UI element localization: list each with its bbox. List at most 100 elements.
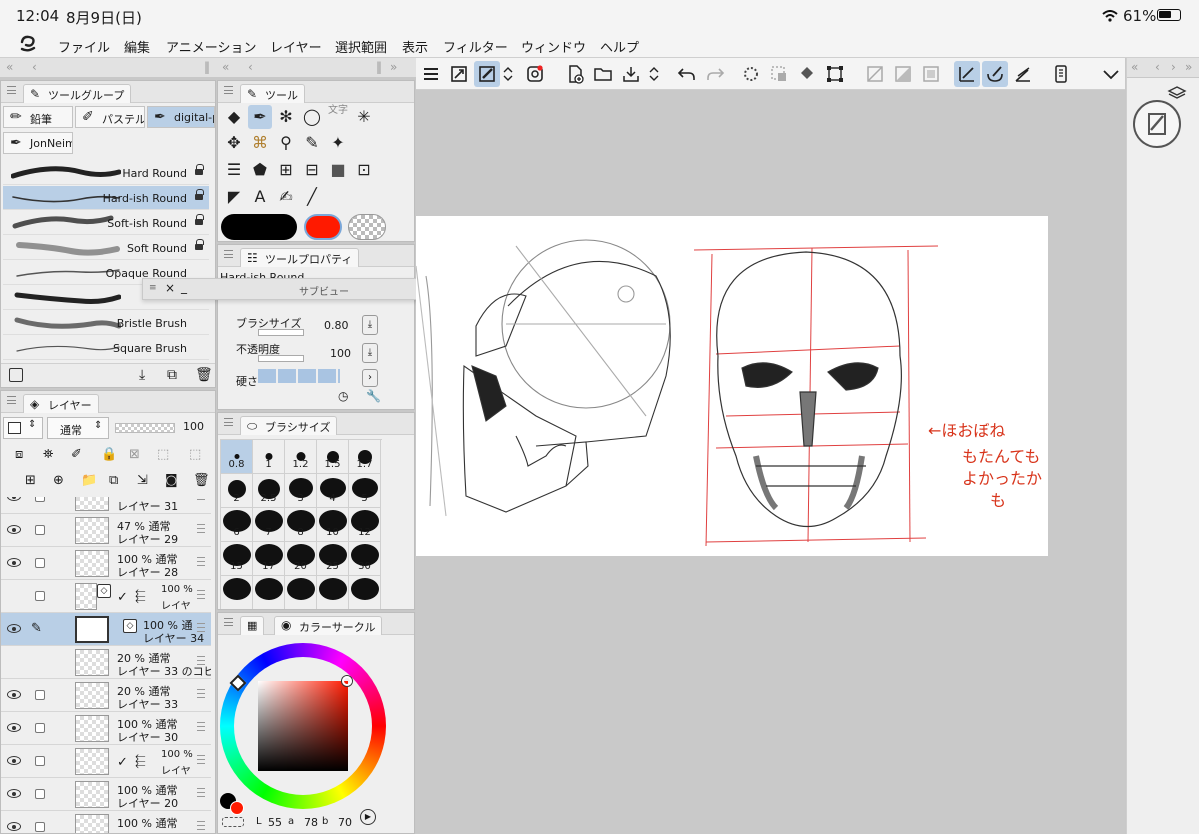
visibility-eye-icon[interactable] bbox=[7, 723, 21, 732]
tool-group-pencil[interactable]: ✏ 鉛筆 bbox=[3, 106, 73, 128]
chevron-left-icon-3[interactable]: ‹ bbox=[1155, 60, 1160, 74]
color-mode-toggle[interactable] bbox=[222, 817, 244, 827]
layer-checkbox[interactable] bbox=[35, 591, 45, 601]
frame-tool-icon-2[interactable]: ⊟ bbox=[300, 158, 324, 182]
menu-help[interactable]: ヘルプ bbox=[600, 37, 639, 56]
brush-size-cell[interactable]: 1.2 bbox=[285, 440, 317, 474]
frame-tool-icon[interactable]: ⊞ bbox=[274, 158, 298, 182]
mask-create-icon[interactable]: ◙ bbox=[165, 473, 178, 488]
brush-size-cell[interactable]: 2 bbox=[221, 474, 253, 508]
visibility-eye-icon[interactable] bbox=[7, 756, 21, 765]
panel-tool-icon[interactable]: ⊡ bbox=[352, 158, 376, 182]
collapse-right-icon-2[interactable]: » bbox=[1185, 60, 1192, 74]
gradient-tool-icon[interactable]: ■ bbox=[326, 158, 350, 182]
loading-spinner-icon[interactable] bbox=[738, 61, 764, 87]
brush-size-cell[interactable]: 1 bbox=[253, 440, 285, 474]
tool-group-digital-pen[interactable]: ✒ digital-p bbox=[147, 106, 215, 128]
trash-icon[interactable]: 🗑 bbox=[195, 367, 213, 383]
ruler-tool-icon[interactable]: ◤ bbox=[222, 185, 246, 209]
brush-size-cell[interactable]: 10 bbox=[317, 508, 349, 542]
chevron-right-icon-2[interactable]: › bbox=[1171, 60, 1176, 74]
dock-grip-icon[interactable]: ‖ bbox=[204, 60, 210, 74]
collapse-left-icon-2[interactable]: « bbox=[222, 60, 229, 74]
visibility-eye-icon[interactable] bbox=[7, 822, 21, 831]
eyedropper-tool-icon[interactable]: ✎ bbox=[300, 131, 324, 155]
new-vector-layer-icon[interactable]: ⊕ bbox=[53, 473, 64, 488]
undo-icon[interactable] bbox=[674, 61, 700, 87]
layer-checkbox[interactable] bbox=[35, 558, 45, 568]
panel-grip-icon-5[interactable] bbox=[224, 418, 233, 426]
chevron-down-icon[interactable] bbox=[1098, 61, 1124, 87]
layer-opacity-slider[interactable] bbox=[115, 423, 175, 433]
menu-animation[interactable]: アニメーション bbox=[166, 37, 256, 56]
draft-icon[interactable]: ✐ bbox=[71, 447, 82, 462]
fit-view-icon[interactable] bbox=[446, 61, 472, 87]
main-color-swatch[interactable] bbox=[221, 214, 297, 240]
panel-grip-icon-3[interactable] bbox=[224, 86, 233, 94]
collapse-left-icon-3[interactable]: « bbox=[1131, 60, 1138, 74]
line-tool-icon[interactable]: ╱ bbox=[300, 185, 324, 209]
brush-item-bristle-brush[interactable]: Bristle Brush bbox=[3, 311, 209, 335]
panel-grip-icon[interactable] bbox=[7, 86, 16, 94]
layer-row-folder-2[interactable]: ✓ ⬱ 100 % レイヤ bbox=[1, 745, 211, 778]
chevron-left-icon-2[interactable]: ‹ bbox=[248, 60, 253, 74]
collapse-right-icon[interactable]: » bbox=[390, 60, 397, 74]
pen-tool-icon[interactable]: ✒ bbox=[248, 105, 272, 129]
tab-layer[interactable]: ◈ レイヤー bbox=[23, 394, 99, 413]
brush-item-soft-round[interactable]: Soft Round bbox=[3, 236, 209, 260]
layer-row-folder[interactable]: ◇ ✓ ⬱ 100 % レイヤ bbox=[1, 580, 211, 613]
text-tool-icon[interactable]: 文字 bbox=[326, 105, 350, 129]
delete-layer-icon[interactable]: 🗑 bbox=[193, 473, 210, 488]
layer-color-select[interactable]: ⇕ bbox=[3, 417, 43, 439]
layer-checkbox[interactable] bbox=[35, 525, 45, 535]
brush-item-hard-round[interactable]: Hard Round bbox=[3, 161, 209, 185]
brush-size-cell[interactable]: 3 bbox=[285, 474, 317, 508]
chevron-left-icon[interactable]: ‹ bbox=[32, 60, 37, 74]
blend-mode-select[interactable]: 通常 ⇕ bbox=[47, 417, 109, 439]
tool-group-pastel[interactable]: ✐ パステル bbox=[75, 106, 145, 128]
wrench-icon[interactable]: 🔧 bbox=[366, 389, 381, 403]
visibility-eye-icon[interactable] bbox=[7, 690, 21, 699]
opacity-slider[interactable] bbox=[258, 355, 304, 362]
redo-icon[interactable] bbox=[702, 61, 728, 87]
layer-opacity-value[interactable]: 100 bbox=[183, 420, 204, 433]
layer-checkbox[interactable] bbox=[35, 497, 45, 502]
sparkle-tool-icon[interactable]: ✦ bbox=[326, 131, 350, 155]
merge-down-icon[interactable]: ⧉ bbox=[109, 473, 118, 488]
menu-view[interactable]: 表示 bbox=[402, 37, 428, 56]
blend-tool-icon[interactable]: ⚲ bbox=[274, 131, 298, 155]
hue-ring[interactable] bbox=[220, 643, 386, 809]
eraser-tool-icon[interactable]: ◆ bbox=[222, 105, 246, 129]
dock-grip-icon-2[interactable]: ‖ bbox=[376, 60, 382, 74]
layers-stack-icon[interactable] bbox=[1167, 84, 1187, 104]
layer-checkbox[interactable] bbox=[35, 690, 45, 700]
menu-file[interactable]: ファイル bbox=[58, 37, 110, 56]
lasso-tool-icon[interactable]: ◯ bbox=[300, 105, 324, 129]
new-raster-layer-icon[interactable]: ⊞ bbox=[25, 473, 36, 488]
brush-size-cell[interactable] bbox=[317, 576, 349, 609]
device-settings-icon[interactable] bbox=[1048, 61, 1074, 87]
snap-grid-icon[interactable] bbox=[1010, 61, 1036, 87]
panel-grip-icon-6[interactable] bbox=[224, 618, 233, 626]
layer-handle-icon[interactable] bbox=[197, 656, 205, 665]
chevron-right-icon[interactable]: › bbox=[362, 369, 378, 387]
brush-size-cell[interactable]: 8 bbox=[285, 508, 317, 542]
brush-size-cell[interactable]: 4 bbox=[317, 474, 349, 508]
layer-handle-icon[interactable] bbox=[197, 623, 205, 632]
menu-edit[interactable]: 編集 bbox=[124, 37, 150, 56]
panel-grip-icon-4[interactable] bbox=[224, 250, 233, 258]
brush-size-cell[interactable]: 1.7 bbox=[349, 440, 381, 474]
opacity-pressure-button[interactable]: ⤓ bbox=[362, 343, 378, 363]
layer-checkbox[interactable] bbox=[35, 789, 45, 799]
menu-filter[interactable]: フィルター bbox=[443, 37, 508, 56]
brush-size-cell[interactable] bbox=[285, 576, 317, 609]
panel-grip-icon-2[interactable] bbox=[7, 396, 16, 404]
brush-size-cell[interactable]: 7 bbox=[253, 508, 285, 542]
layer-row-31[interactable]: レイヤー 31 bbox=[1, 497, 211, 514]
saturation-value-square[interactable] bbox=[258, 681, 348, 771]
duplicate-icon[interactable]: ⧉ bbox=[167, 367, 177, 383]
layer-row-29[interactable]: 47 % 通常 レイヤー 29 bbox=[1, 514, 211, 547]
brush-size-cell[interactable]: 1.5 bbox=[317, 440, 349, 474]
layer-checkbox[interactable] bbox=[35, 756, 45, 766]
layer-row-34[interactable]: ✎ ◇ 100 % 通 レイヤー 34 bbox=[1, 613, 211, 646]
